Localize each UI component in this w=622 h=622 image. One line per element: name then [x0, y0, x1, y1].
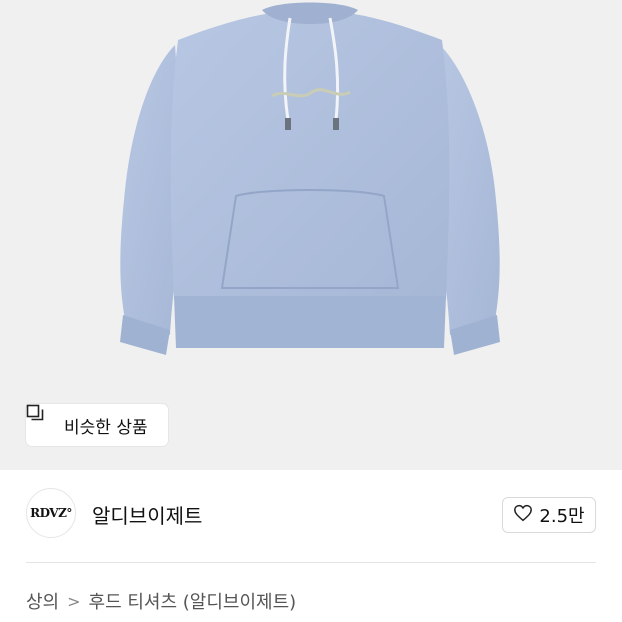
heart-icon — [513, 504, 533, 526]
brand-logo-text: RDVZ° — [30, 506, 72, 520]
brand-name[interactable]: 알디브이제트 — [92, 500, 202, 529]
breadcrumb: 상의 > 후드 티셔츠 (알디브이제트) — [26, 588, 296, 614]
divider — [26, 562, 596, 563]
brand-logo[interactable]: RDVZ° — [26, 488, 76, 538]
breadcrumb-separator: > — [67, 591, 81, 611]
copy-icon — [26, 404, 58, 435]
product-image[interactable]: 비슷한 상품 — [0, 0, 622, 470]
like-button[interactable]: 2.5만 — [502, 497, 596, 533]
similar-products-button[interactable]: 비슷한 상품 — [26, 404, 168, 446]
similar-products-label: 비슷한 상품 — [64, 417, 148, 438]
breadcrumb-item-category[interactable]: 상의 — [26, 588, 59, 614]
breadcrumb-item-subcategory[interactable]: 후드 티셔츠 (알디브이제트) — [89, 588, 297, 614]
hoodie-illustration — [120, 2, 500, 355]
like-count: 2.5만 — [539, 506, 585, 527]
